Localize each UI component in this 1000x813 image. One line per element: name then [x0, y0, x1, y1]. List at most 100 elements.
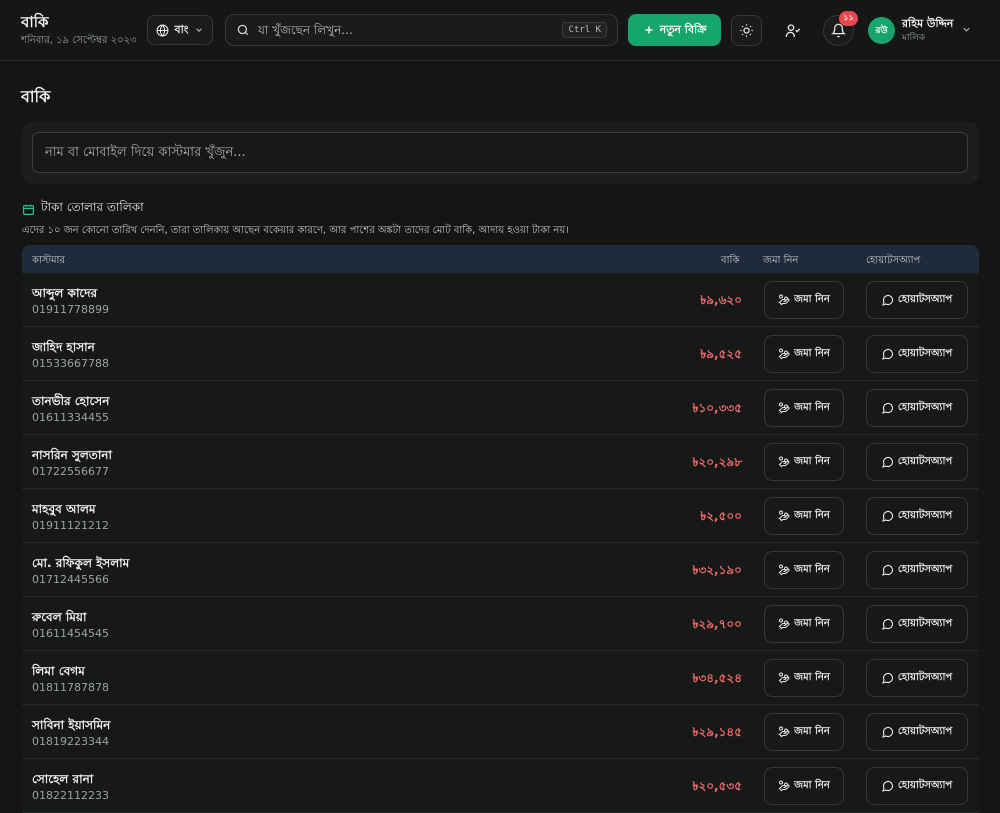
user-menu[interactable]: রহিম উদ্দিন মালিক [902, 17, 953, 45]
collect-payment-label: জমা নিন [794, 401, 830, 413]
search-shortcut-hint: Ctrl K [562, 22, 607, 38]
customer-phone: 01712445566 [32, 573, 109, 586]
table-row: সাবিনা ইয়াসমিন 01819223344 ৳২৯,১৪৫ জমা … [22, 705, 979, 759]
collect-payment-button[interactable]: জমা নিন [764, 389, 844, 427]
collect-payment-label: জমা নিন [794, 725, 830, 737]
search-icon [236, 23, 250, 37]
collect-payment-label: জমা নিন [794, 617, 830, 629]
collect-payment-button[interactable]: জমা নিন [764, 659, 844, 697]
customer-name: সোহেল রানা [32, 772, 94, 786]
section-header: টাকা তোলার তালিকা [22, 199, 144, 219]
hand-coins-icon [778, 726, 790, 738]
whatsapp-button[interactable]: হোয়াটসঅ্যাপ [866, 659, 968, 697]
collect-payment-button[interactable]: জমা নিন [764, 335, 844, 373]
due-amount: ৳২৯,১৪৫ [692, 725, 743, 739]
due-amount: ৳৯,৫২৫ [700, 347, 742, 361]
plus-icon [643, 24, 655, 36]
whatsapp-button[interactable]: হোয়াটসঅ্যাপ [866, 713, 968, 751]
whatsapp-label: হোয়াটসঅ্যাপ [897, 617, 953, 629]
customer-name: নাসরিন সুলতানা [32, 448, 112, 462]
whatsapp-button[interactable]: হোয়াটসঅ্যাপ [866, 605, 968, 643]
collect-payment-button[interactable]: জমা নিন [764, 281, 844, 319]
customer-name: মো. রফিকুল ইসলাম [32, 556, 130, 570]
collect-payment-button[interactable]: জমা নিন [764, 551, 844, 589]
message-circle-icon [881, 780, 894, 792]
whatsapp-button[interactable]: হোয়াটসঅ্যাপ [866, 767, 968, 805]
table-row: আব্দুল কাদের 01911778899 ৳৯,৬২০ জমা নিন … [22, 273, 979, 327]
collect-payment-button[interactable]: জমা নিন [764, 443, 844, 481]
language-label: বাং [174, 22, 189, 36]
due-amount: ৳২০,৫৩৫ [692, 779, 742, 793]
collect-payment-button[interactable]: জমা নিন [764, 713, 844, 751]
message-circle-icon [881, 510, 894, 522]
section-title: টাকা তোলার তালিকা [41, 200, 144, 214]
app-title: বাকি [21, 13, 49, 31]
customer-name: সাবিনা ইয়াসমিন [32, 718, 111, 732]
customer-name: মাহবুব আলম [32, 502, 96, 516]
table-row: নাসরিন সুলতানা 01722556677 ৳২০,২৯৮ জমা ন… [22, 435, 979, 489]
customer-phone: 01533667788 [32, 357, 109, 370]
user-name: রহিম উদ্দিন [902, 17, 954, 30]
global-search[interactable]: Ctrl K [225, 14, 618, 46]
table-row: মো. রফিকুল ইসলাম 01712445566 ৳৩২,১৯০ জমা… [22, 543, 979, 597]
section-note: এদের ১০ জন কোনো তারিখ দেননি, তারা তালিকা… [22, 225, 569, 236]
customer-name: জাহিদ হাসান [32, 340, 95, 354]
sun-icon [739, 23, 754, 38]
collect-payment-label: জমা নিন [794, 671, 830, 683]
customer-phone: 01611334455 [32, 411, 109, 424]
collect-payment-button[interactable]: জমা নিন [764, 767, 844, 805]
customer-name: আব্দুল কাদের [32, 286, 98, 300]
hand-coins-icon [778, 564, 790, 576]
message-circle-icon [881, 564, 894, 576]
whatsapp-label: হোয়াটসঅ্যাপ [897, 779, 953, 791]
whatsapp-button[interactable]: হোয়াটসঅ্যাপ [866, 497, 968, 535]
table-row: জাহিদ হাসান 01533667788 ৳৯,৫২৫ জমা নিন হ… [22, 327, 979, 381]
page-title: বাকি [21, 87, 51, 106]
whatsapp-button[interactable]: হোয়াটসঅ্যাপ [866, 443, 968, 481]
customer-phone: 01819223344 [32, 735, 109, 748]
language-switcher[interactable]: বাং [147, 15, 213, 45]
brand: বাকি শনিবার, ১৯ সেপ্টেম্বর ২০২৩ [21, 13, 137, 50]
collect-payment-button[interactable]: জমা নিন [764, 605, 844, 643]
collect-payment-button[interactable]: জমা নিন [764, 497, 844, 535]
theme-toggle-button[interactable] [731, 15, 762, 46]
hand-coins-icon [778, 618, 790, 630]
whatsapp-button[interactable]: হোয়াটসঅ্যাপ [866, 281, 968, 319]
user-role: মালিক [902, 33, 926, 43]
hand-coins-icon [778, 456, 790, 468]
customer-phone: 01822112233 [32, 789, 109, 802]
current-date: শনিবার, ১৯ সেপ্টেম্বর ২০২৩ [21, 35, 137, 46]
due-amount: ৳২০,২৯৮ [692, 455, 742, 469]
collect-payment-label: জমা নিন [794, 347, 830, 359]
whatsapp-label: হোয়াটসঅ্যাপ [897, 671, 953, 683]
chevron-down-icon[interactable] [961, 24, 972, 35]
customer-phone: 01911121212 [32, 519, 109, 532]
message-circle-icon [881, 672, 894, 684]
globe-icon [156, 24, 169, 37]
table-header: কাস্টমার বাকি জমা নিন হোয়াটসঅ্যাপ [22, 245, 979, 273]
whatsapp-button[interactable]: হোয়াটসঅ্যাপ [866, 389, 968, 427]
whatsapp-label: হোয়াটসঅ্যাপ [897, 293, 953, 305]
new-sale-button[interactable]: নতুন বিক্রি [628, 14, 721, 46]
collect-payment-label: জমা নিন [794, 509, 830, 521]
collect-payment-label: জমা নিন [794, 293, 830, 305]
due-amount: ৳৩৪,৫২৪ [692, 671, 742, 685]
top-bar: বাকি শনিবার, ১৯ সেপ্টেম্বর ২০২৩ বাং Ctrl… [0, 0, 1000, 61]
message-circle-icon [881, 618, 894, 630]
new-sale-label: নতুন বিক্রি [659, 22, 707, 36]
hand-coins-icon [778, 672, 790, 684]
collect-payment-label: জমা নিন [794, 563, 830, 575]
chevron-down-icon [194, 25, 204, 35]
global-search-input[interactable] [258, 23, 555, 37]
collect-payment-label: জমা নিন [794, 455, 830, 467]
customer-search-input[interactable] [32, 132, 968, 173]
hand-coins-icon [778, 294, 790, 306]
whatsapp-button[interactable]: হোয়াটসঅ্যাপ [866, 335, 968, 373]
whatsapp-button[interactable]: হোয়াটসঅ্যাপ [866, 551, 968, 589]
user-check-button[interactable] [777, 15, 808, 46]
due-amount: ৳২৯,৭০০ [692, 617, 742, 631]
avatar[interactable]: রউ [868, 17, 895, 44]
calendar-icon [22, 203, 35, 216]
due-amount: ৳২,৫০০ [700, 509, 742, 523]
whatsapp-label: হোয়াটসঅ্যাপ [897, 563, 953, 575]
